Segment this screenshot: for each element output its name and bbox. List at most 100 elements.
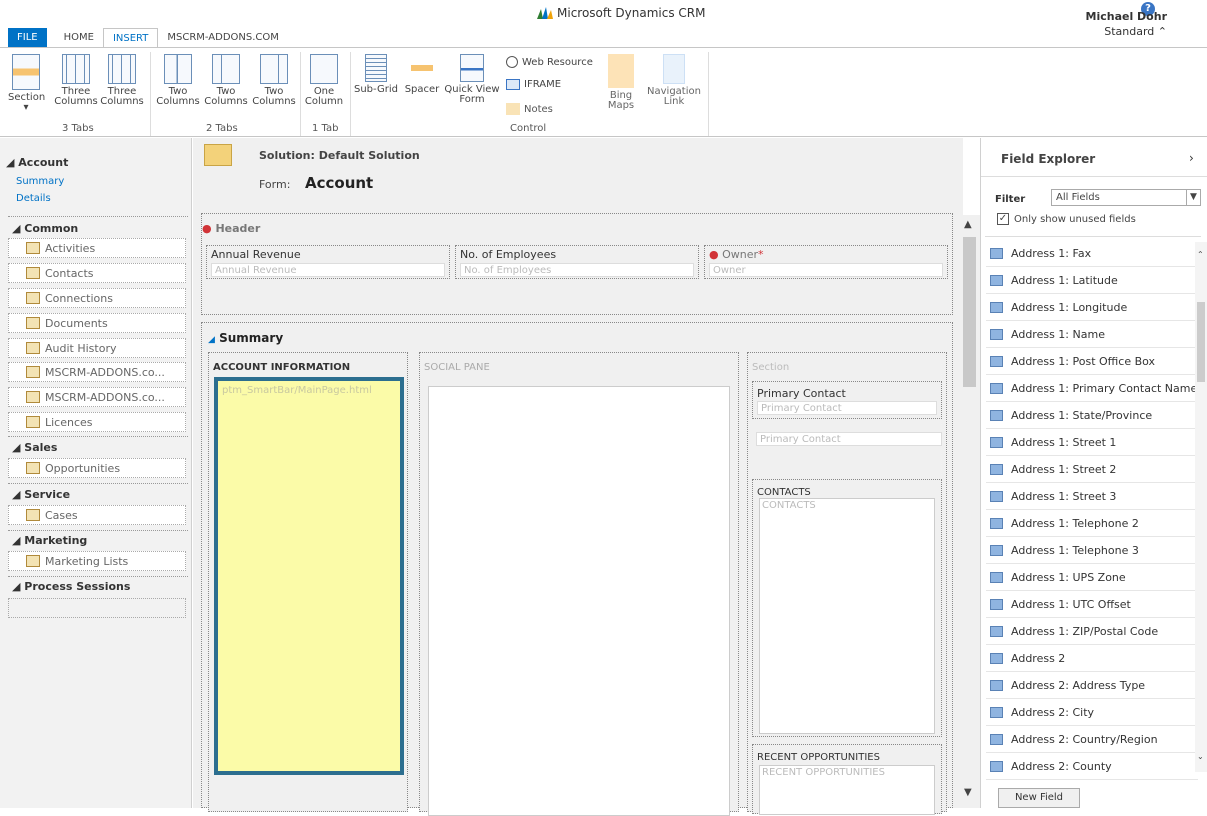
spacer-icon (411, 54, 433, 82)
nav-process-sessions-header[interactable]: ◢ Process Sessions (12, 580, 130, 593)
field-label: Address 1: Latitude (1011, 273, 1118, 287)
nav-item-audit-history[interactable]: Audit History (8, 338, 186, 358)
scroll-up-icon[interactable]: ▲ (964, 219, 972, 230)
contacts-grid[interactable]: CONTACTS (759, 498, 935, 734)
sub-grid-button[interactable]: Sub-Grid (354, 54, 398, 95)
user-menu[interactable]: Michael Dohr Standard ⌃ (1086, 10, 1168, 38)
nav-item-activities[interactable]: Activities (8, 238, 186, 258)
annual-revenue-input[interactable]: Annual Revenue (211, 263, 445, 277)
chevron-right-icon[interactable]: › (1189, 151, 1194, 165)
field-list-item[interactable]: Address 1: State/Province (986, 402, 1198, 429)
tab-insert[interactable]: INSERT (102, 28, 159, 48)
spacer-button[interactable]: Spacer (404, 54, 440, 95)
section-right[interactable]: Section Primary Contact Primary Contact … (747, 352, 947, 815)
nav-marketing-header[interactable]: ◢ Marketing (12, 534, 87, 547)
social-pane-control[interactable] (428, 386, 730, 816)
field-list-item[interactable]: Address 2: Country/Region (986, 726, 1198, 753)
nav-item-contacts[interactable]: Contacts (8, 263, 186, 283)
field-list-item[interactable]: Address 1: Street 2 (986, 456, 1198, 483)
field-icon (990, 733, 1003, 745)
field-list-item[interactable]: Address 2: Address Type (986, 672, 1198, 699)
two-columns-button-2[interactable]: Two Columns (204, 54, 248, 107)
annual-revenue-field[interactable]: Annual Revenue Annual Revenue (206, 245, 450, 279)
iframe-button[interactable]: IFRAME (506, 79, 561, 90)
navigation-link-button[interactable]: Navigation Link (644, 54, 704, 107)
field-list-item[interactable]: Address 2 (986, 645, 1198, 672)
nav-item-licences[interactable]: Licences (8, 412, 186, 432)
licences-icon (26, 416, 40, 428)
header-section[interactable]: ● Header Annual Revenue Annual Revenue N… (201, 213, 953, 315)
field-list-item[interactable]: Address 1: Primary Contact Name (986, 375, 1198, 402)
scroll-up-icon[interactable]: ⌃ (1197, 250, 1204, 259)
employees-input[interactable]: No. of Employees (460, 263, 694, 277)
tab-mscrm-addons[interactable]: MSCRM-ADDONS.COM (158, 28, 288, 48)
web-resource-button[interactable]: Web Resource (506, 56, 593, 68)
employees-field[interactable]: No. of Employees No. of Employees (455, 245, 699, 279)
field-list-item[interactable]: Address 1: Fax (986, 240, 1198, 267)
primary-contact-field[interactable]: Primary Contact Primary Contact (752, 381, 942, 419)
only-unused-checkbox[interactable]: ✓ Only show unused fields (997, 213, 1136, 225)
nav-item-connections[interactable]: Connections (8, 288, 186, 308)
new-field-button[interactable]: New Field (998, 788, 1080, 808)
scroll-down-icon[interactable]: ▼ (964, 787, 972, 798)
one-column-button[interactable]: One Column (304, 54, 344, 107)
field-list-item[interactable]: Address 1: UPS Zone (986, 564, 1198, 591)
field-list-item[interactable]: Address 2: County (986, 753, 1198, 780)
field-list-item[interactable]: Address 1: Telephone 2 (986, 510, 1198, 537)
scroll-down-icon[interactable]: ⌄ (1197, 752, 1204, 761)
nav-item-opportunities[interactable]: Opportunities (8, 458, 186, 478)
social-pane-section[interactable]: SOCIAL PANE (419, 352, 739, 816)
field-list-item[interactable]: Address 1: Post Office Box (986, 348, 1198, 375)
bing-maps-button[interactable]: Bing Maps (604, 54, 638, 111)
ribbon: Section ▾ Three Columns Three Columns 3 T… (0, 47, 1207, 137)
field-list-item[interactable]: Address 1: Latitude (986, 267, 1198, 294)
web-resource-control[interactable]: ptm_SmartBar/MainPage.html (214, 377, 404, 775)
nav-summary-link[interactable]: Summary (16, 176, 64, 187)
two-columns-button-3[interactable]: Two Columns (252, 54, 296, 107)
owner-input[interactable]: Owner (709, 263, 943, 277)
two-columns-button-1[interactable]: Two Columns (156, 54, 200, 107)
form-scrollbar[interactable]: ▲ ▼ (960, 215, 980, 808)
primary-contact-card[interactable]: Primary Contact (756, 432, 942, 446)
three-columns-button-2[interactable]: Three Columns (100, 54, 144, 107)
account-information-section[interactable]: ACCOUNT INFORMATION ptm_SmartBar/MainPag… (208, 352, 408, 812)
three-columns-button-1[interactable]: Three Columns (54, 54, 98, 107)
summary-tab[interactable]: ◢ Summary ACCOUNT INFORMATION ptm_SmartB… (201, 322, 953, 816)
quick-view-form-button[interactable]: Quick View Form (444, 54, 500, 105)
nav-item-documents[interactable]: Documents (8, 313, 186, 333)
field-list-item[interactable]: Address 1: Name (986, 321, 1198, 348)
nav-common-header[interactable]: ◢ Common (12, 222, 78, 235)
primary-contact-input[interactable]: Primary Contact (757, 401, 937, 415)
audit-history-icon (26, 342, 40, 354)
tab-file[interactable]: FILE (8, 28, 47, 48)
nav-item-marketing-lists[interactable]: Marketing Lists (8, 551, 186, 571)
field-list-item[interactable]: Address 1: Street 1 (986, 429, 1198, 456)
field-list-item[interactable]: Address 1: Street 3 (986, 483, 1198, 510)
tab-home[interactable]: HOME (55, 28, 103, 48)
notes-button[interactable]: Notes (506, 103, 553, 115)
nav-item-mscrm-addons-2[interactable]: MSCRM-ADDONS.co... (8, 387, 186, 407)
nav-sales-header[interactable]: ◢ Sales (12, 441, 57, 454)
filter-select[interactable]: All Fields ▼ (1051, 189, 1201, 206)
scroll-thumb[interactable] (963, 237, 976, 387)
globe-icon (506, 56, 518, 68)
checkbox-checked-icon: ✓ (997, 213, 1009, 225)
nav-account-header[interactable]: ◢ Account (6, 156, 68, 169)
scroll-thumb[interactable] (1197, 302, 1205, 382)
field-list-item[interactable]: Address 1: UTC Offset (986, 591, 1198, 618)
owner-field[interactable]: ● Owner* Owner (704, 245, 948, 279)
field-list-item[interactable]: Address 1: Telephone 3 (986, 537, 1198, 564)
field-list-item[interactable]: Address 1: Longitude (986, 294, 1198, 321)
nav-service-header[interactable]: ◢ Service (12, 488, 70, 501)
chevron-up-icon[interactable]: ⌃ (1158, 25, 1167, 38)
field-label: Address 2 (1011, 651, 1066, 665)
section-button[interactable]: Section ▾ (8, 54, 45, 113)
field-list-scrollbar[interactable]: ⌃ ⌄ (1195, 242, 1207, 772)
field-list-item[interactable]: Address 2: City (986, 699, 1198, 726)
recent-opportunities-subgrid[interactable]: RECENT OPPORTUNITIES RECENT OPPORTUNITIE… (752, 744, 942, 815)
nav-item-cases[interactable]: Cases (8, 505, 186, 525)
nav-item-mscrm-addons-1[interactable]: MSCRM-ADDONS.co... (8, 362, 186, 382)
nav-details-link[interactable]: Details (16, 193, 51, 204)
field-list-item[interactable]: Address 1: ZIP/Postal Code (986, 618, 1198, 645)
contacts-subgrid[interactable]: CONTACTS CONTACTS (752, 479, 942, 737)
